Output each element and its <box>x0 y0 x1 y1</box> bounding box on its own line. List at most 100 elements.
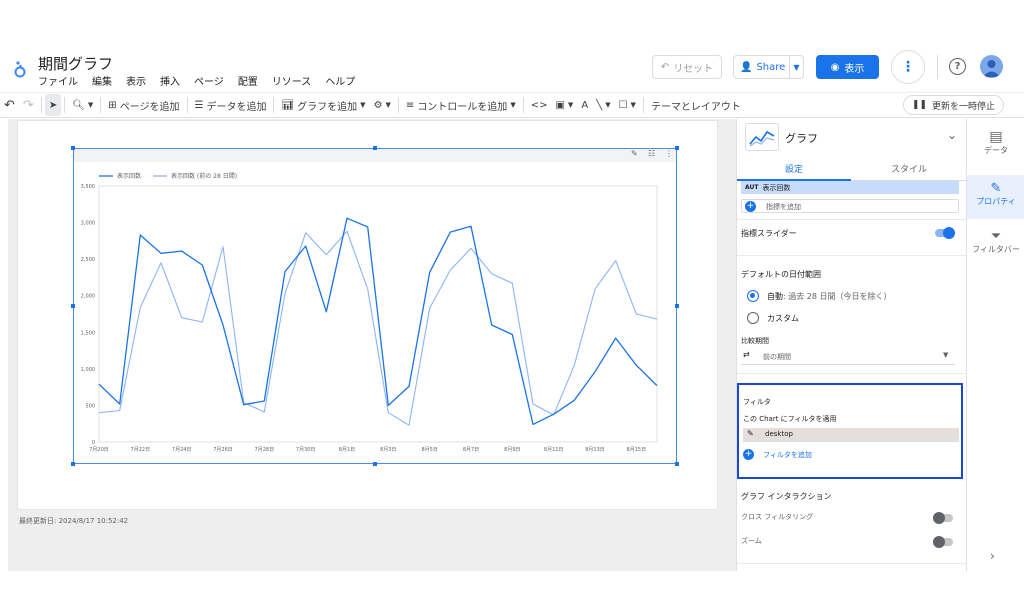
header-divider <box>937 55 938 79</box>
x-tick-label: 7月20日 <box>89 447 109 453</box>
x-tick-label: 8月9日 <box>504 447 520 453</box>
menu-item-arrange[interactable]: 配置 <box>238 73 258 88</box>
custom-date-radio[interactable] <box>747 312 759 324</box>
interaction-title: グラフ インタラクション <box>741 492 832 501</box>
series-line-previous <box>98 230 658 426</box>
zoom-icon[interactable]: 🔍︎ ▼ <box>68 94 97 116</box>
pause-icon: ❚❚ <box>911 100 927 110</box>
looker-studio-logo-icon[interactable] <box>12 60 28 78</box>
image-icon[interactable]: ▣ ▼ <box>551 94 577 116</box>
shape-icon[interactable]: ☐ ▼ <box>615 94 640 116</box>
data-table-icon: ▤ <box>989 129 1003 145</box>
menu-item-resources[interactable]: リソース <box>272 73 312 88</box>
add-person-icon: 👤 <box>740 61 753 73</box>
metric-slider-toggle[interactable] <box>935 227 955 239</box>
y-tick-label: 500 <box>85 403 95 409</box>
menu-item-file[interactable]: ファイル <box>38 73 78 88</box>
rail-properties-button[interactable]: ✎ プロパティ <box>967 175 1024 219</box>
edit-pencil-icon[interactable]: ✎ <box>631 149 638 158</box>
chart-type-label: グラフ <box>785 132 818 145</box>
x-tick-label: 8月1日 <box>339 447 355 453</box>
menu-item-insert[interactable]: 挿入 <box>160 73 180 88</box>
auto-date-radio[interactable] <box>747 290 759 302</box>
compare-arrows-icon: ⇄ <box>743 350 750 359</box>
metric-name: 表示回数 <box>762 183 791 192</box>
pause-updates-button[interactable]: ❚❚ 更新を一時停止 <box>902 95 1004 115</box>
y-tick-label: 1,000 <box>81 367 95 373</box>
resize-handle[interactable] <box>675 146 679 150</box>
x-tick-label: 8月13日 <box>585 447 605 453</box>
zoom-toggle[interactable] <box>933 536 953 548</box>
chart-type-thumbnail <box>745 123 779 151</box>
comparison-dropdown[interactable]: ⇄ 前の期間 ▼ <box>741 349 955 365</box>
add-control-button[interactable]: ≡ コントロールを追加 ▼ <box>402 94 520 116</box>
tab-setup[interactable]: 設定 <box>737 157 851 181</box>
chart-settings-icon[interactable]: ☷ <box>648 149 655 158</box>
add-data-button[interactable]: ☰ データを追加 <box>191 94 271 116</box>
add-control-label: コントロールを追加 <box>417 101 508 113</box>
dropdown-arrow-icon: ▼ <box>943 351 949 359</box>
funnel-icon: ⏷ <box>990 229 1002 244</box>
y-tick-label: 2,000 <box>81 294 95 300</box>
menu-item-page[interactable]: ページ <box>194 73 224 88</box>
metric-chip[interactable]: AUT 表示回数 <box>741 181 959 194</box>
x-tick-label: 8月3日 <box>380 447 396 453</box>
more-options-icon[interactable]: ⋮ <box>891 50 925 84</box>
tab-style[interactable]: スタイル <box>851 157 966 181</box>
menu-item-help[interactable]: ヘルプ <box>325 73 355 88</box>
resize-handle[interactable] <box>71 146 75 150</box>
add-chart-button[interactable]: 📊︎ グラフを追加 ▼ <box>277 94 369 116</box>
filter-item-label: desktop <box>765 430 793 438</box>
embed-code-icon[interactable]: <> <box>527 94 552 116</box>
metric-slider-label: 指標スライダー <box>741 229 797 238</box>
undo-arrow-icon: ↶ <box>660 61 670 73</box>
rail-filter-bar-button[interactable]: ⏷ フィルタバー <box>967 229 1024 271</box>
chevron-down-icon[interactable]: ⌄ <box>947 128 957 142</box>
report-title[interactable]: 期間グラフ <box>38 53 113 74</box>
chevron-right-icon[interactable]: › <box>990 549 995 563</box>
chart-more-icon[interactable]: ⋮ <box>665 149 673 158</box>
x-tick-label: 7月30日 <box>296 447 316 453</box>
rail-data-button[interactable]: ▤ データ <box>967 129 1024 169</box>
add-page-button[interactable]: ⊞ ページを追加 <box>104 94 183 116</box>
filter-chip[interactable]: ✎ desktop <box>743 428 959 442</box>
view-button[interactable]: ◉ 表示 <box>816 55 879 79</box>
menu-item-edit[interactable]: 編集 <box>92 73 112 88</box>
undo-icon[interactable]: ↶ <box>0 94 19 116</box>
reset-button[interactable]: ↶ リセット <box>652 55 722 79</box>
community-viz-icon[interactable]: ⚙︎ ▼ <box>370 94 395 116</box>
share-dropdown-icon[interactable]: ▼ <box>790 63 803 72</box>
line-icon[interactable]: ╲ ▼ <box>592 94 614 116</box>
help-icon[interactable]: ? <box>949 58 966 75</box>
menu-bar: ファイル 編集 表示 挿入 ページ 配置 リソース ヘルプ <box>38 73 369 88</box>
resize-handle[interactable] <box>373 146 377 150</box>
select-cursor-icon[interactable]: ➤ <box>44 94 62 116</box>
add-data-label: データを追加 <box>206 101 267 113</box>
y-tick-label: 3,500 <box>81 184 95 190</box>
tab-setup-label: 設定 <box>784 165 803 175</box>
add-icon: + <box>745 201 756 212</box>
pencil-icon: ✎ <box>990 181 1002 196</box>
cross-filter-toggle[interactable] <box>933 512 953 524</box>
x-tick-label: 8月15日 <box>627 447 647 453</box>
y-tick-label: 0 <box>92 440 95 446</box>
y-tick-label: 1,500 <box>81 330 95 336</box>
avatar[interactable] <box>980 55 1003 78</box>
menu-item-view[interactable]: 表示 <box>126 73 146 88</box>
rail-data-label: データ <box>984 146 1008 155</box>
add-metric-field[interactable]: + 指標を追加 <box>741 199 959 213</box>
cross-filter-label: クロス フィルタリング <box>741 513 814 521</box>
theme-layout-button[interactable]: テーマとレイアウト <box>647 94 745 116</box>
x-tick-label: 8月11日 <box>544 447 564 453</box>
toolbar: ↶ ↷ ➤ 🔍︎ ▼ ⊞ ページを追加 ☰ データを追加 📊︎ グラフを追加 ▼… <box>0 92 1024 118</box>
add-filter-button[interactable]: + フィルタを追加 <box>743 448 863 462</box>
x-tick-label: 8月7日 <box>463 447 479 453</box>
share-button[interactable]: 👤 Share ▼ <box>733 55 804 79</box>
filter-subtitle: この Chart にフィルタを適用 <box>743 415 837 423</box>
chart-type-selector[interactable]: グラフ ⌄ <box>745 123 961 155</box>
properties-panel: グラフ ⌄ 設定 スタイル AUT 表示回数 + 指標を追加 指標スライダー デ… <box>736 119 966 571</box>
text-box-icon[interactable]: A <box>577 94 592 116</box>
date-range-title: デフォルトの日付範囲 <box>741 270 821 279</box>
redo-icon[interactable]: ↷ <box>19 94 38 116</box>
view-label: 表示 <box>844 63 865 75</box>
